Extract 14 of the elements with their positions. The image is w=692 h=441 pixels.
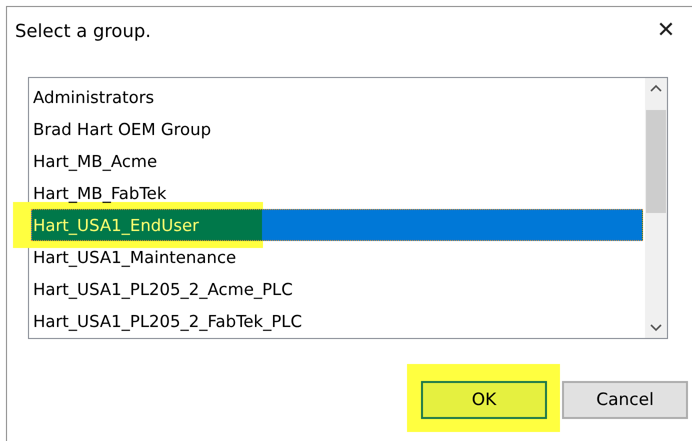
dialog-button[interactable]: OK <box>421 381 547 419</box>
close-icon[interactable]: ✕ <box>654 19 678 43</box>
scroll-thumb[interactable] <box>646 110 666 213</box>
list-item[interactable]: Brad Hart OEM Group <box>31 113 643 145</box>
list-item[interactable]: Hart_USA1_PL205_2_FabTek_PLC <box>31 305 643 337</box>
list-item[interactable]: Hart_USA1_PL205_2_Acme_PLC <box>31 273 643 305</box>
list-item[interactable]: Hart_USA1_EndUser <box>31 209 643 241</box>
dialog-title: Select a group. <box>15 20 152 42</box>
list-item[interactable]: Administrators <box>31 81 643 113</box>
list-item[interactable]: Hart_USA1_Maintenance <box>31 241 643 273</box>
dialog-button[interactable]: Cancel <box>562 381 688 419</box>
scrollbar[interactable] <box>645 78 667 338</box>
list-item[interactable]: Hart_MB_FabTek <box>31 177 643 209</box>
list-item[interactable]: Hart_MB_Acme <box>31 145 643 177</box>
